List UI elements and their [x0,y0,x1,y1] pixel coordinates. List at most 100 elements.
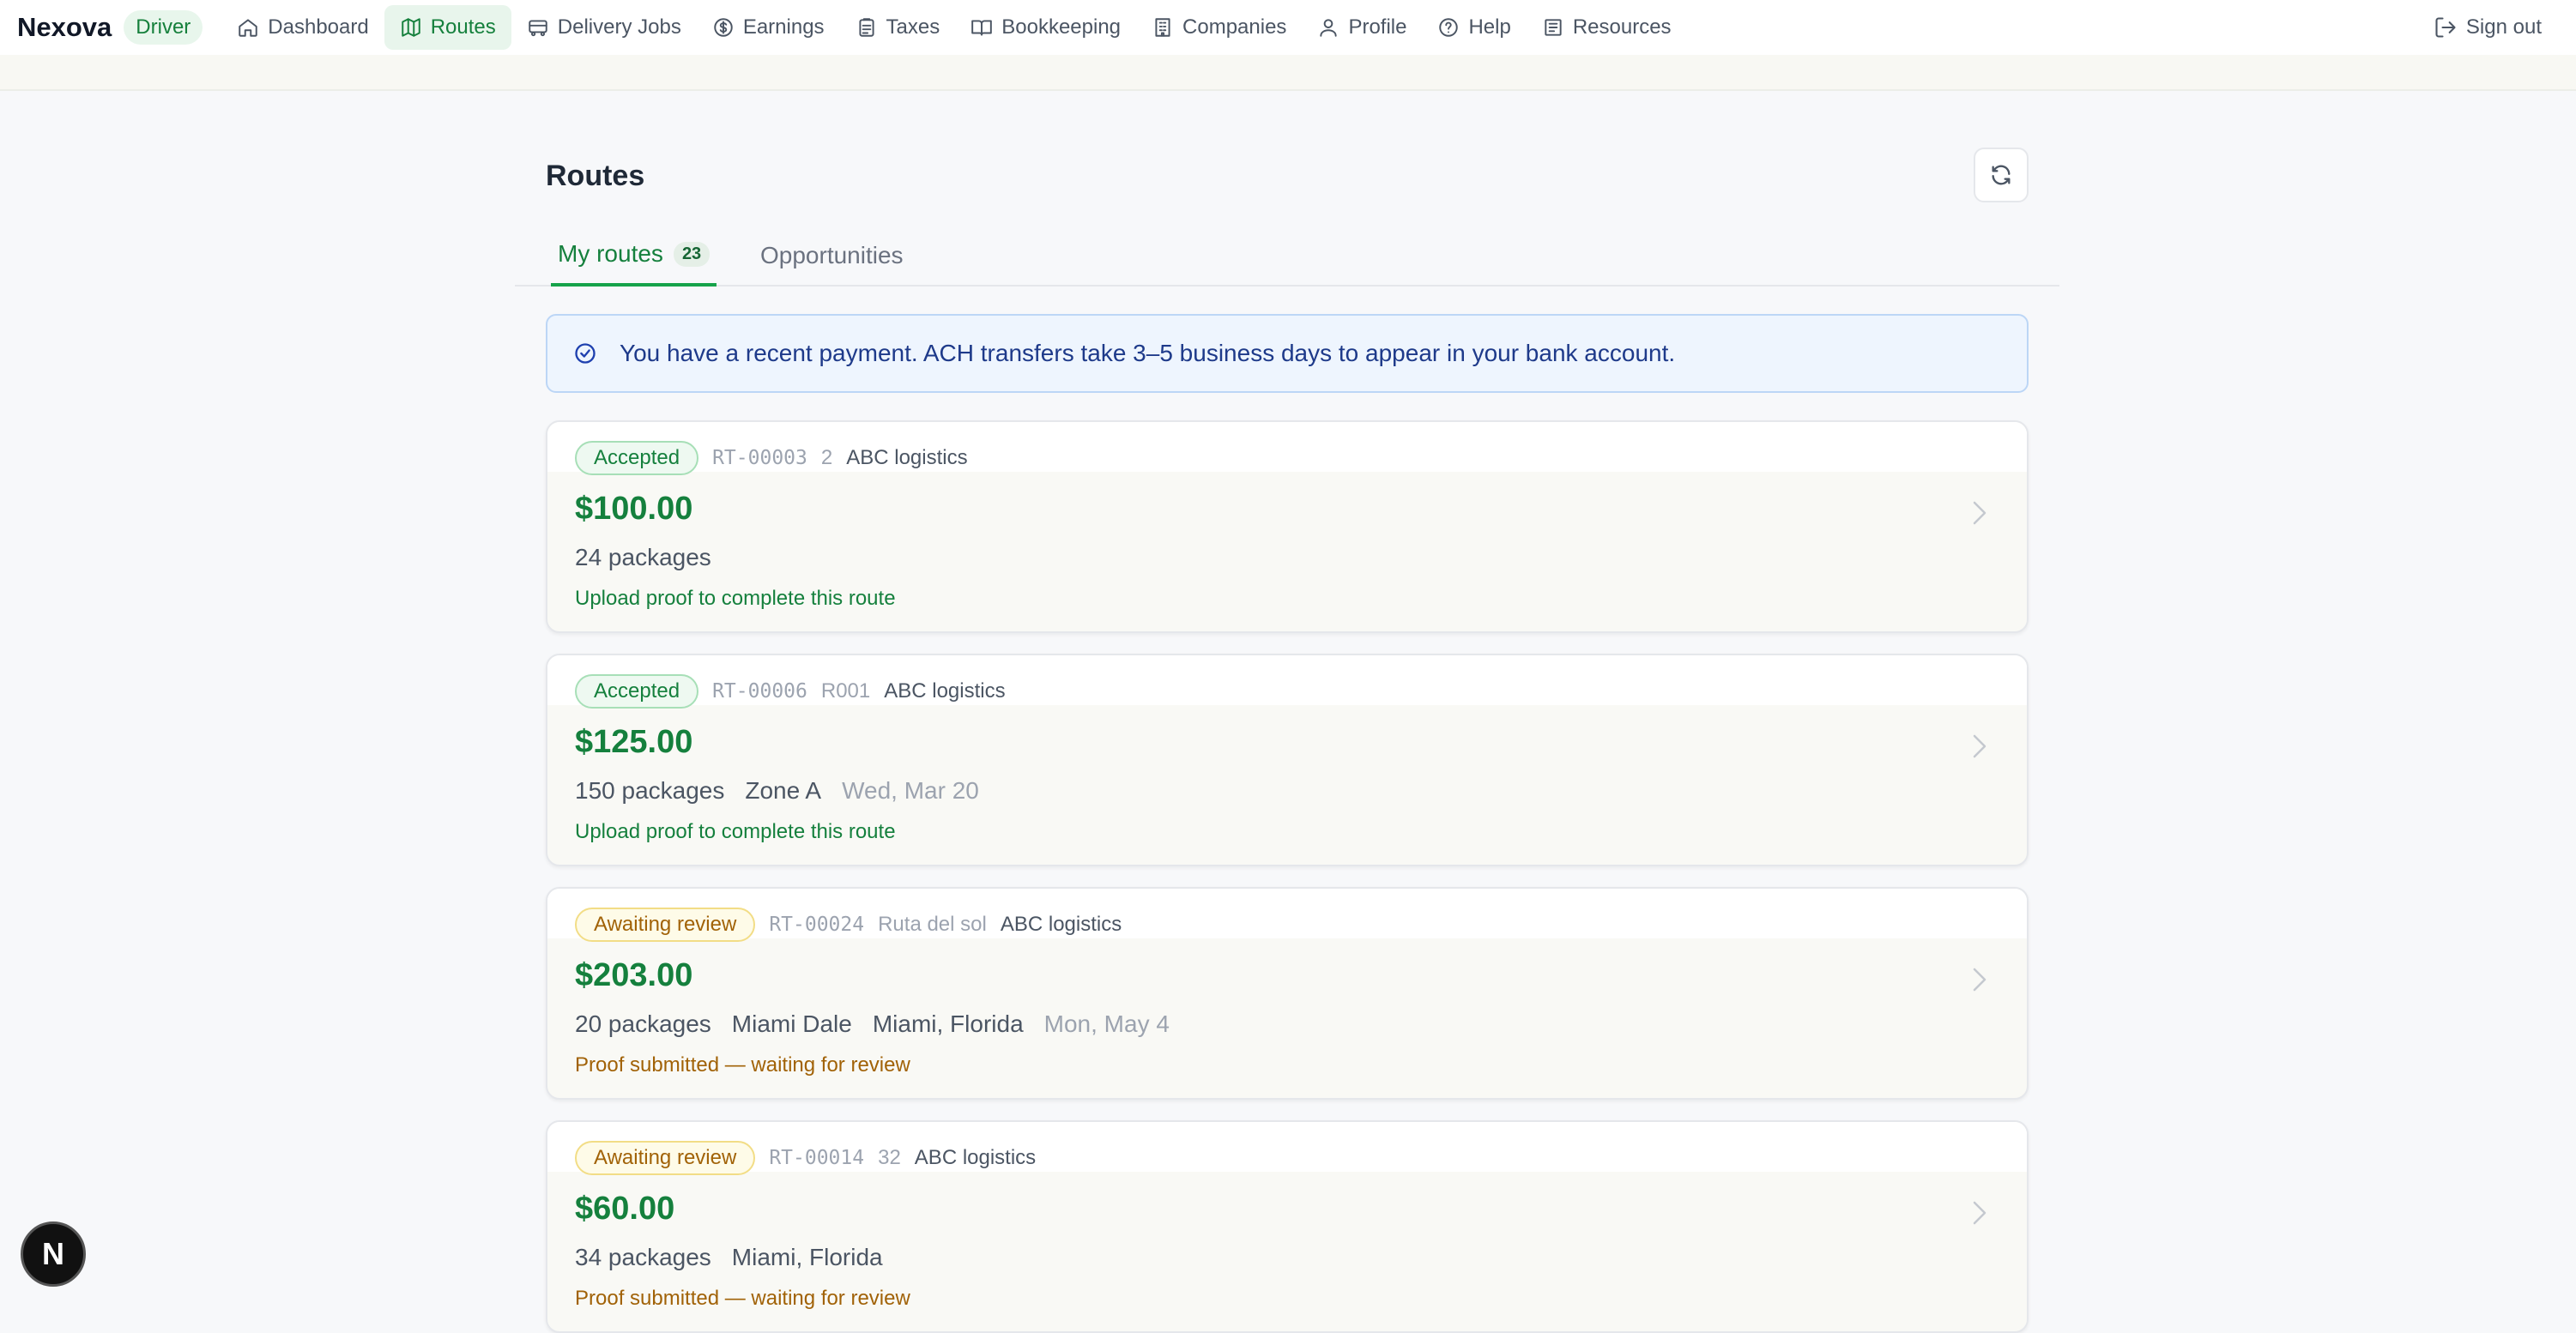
route-id: RT-00014 [769,1147,865,1169]
route-meta: Accepted RT-00006 R001 ABC logistics [575,674,1006,709]
route-id: RT-00003 [712,447,807,469]
route-reference: 2 [820,446,833,469]
route-id: RT-00006 [712,680,807,703]
route-meta: Awaiting review RT-00014 32 ABC logistic… [575,1141,1036,1175]
clipboard-icon [858,18,874,37]
package-count: 150 packages [575,777,725,804]
payment-notice: You have a recent payment. ACH transfers… [546,314,2029,393]
refresh-icon [1992,165,2011,185]
route-date: Mon, May 4 [1043,1010,1170,1037]
route-card[interactable]: Accepted RT-00006 R001 ABC logistics $12… [546,654,2029,866]
route-reference: 32 [878,1146,901,1169]
route-zone: Miami, Florida [731,1244,883,1270]
check-circle-icon [575,343,596,364]
nav-item-help[interactable]: Help [1422,5,1526,50]
status-badge: Awaiting review [575,1141,756,1175]
sign-out-button[interactable]: Sign out [2434,0,2542,55]
nav-label: Help [1468,15,1511,39]
tab-label: My routes [558,240,663,267]
route-amount: $100.00 [575,491,693,527]
route-action-text: Proof submitted — waiting for review [575,1287,910,1310]
nav-item-routes[interactable]: Routes [384,5,511,50]
status-badge: Awaiting review [575,908,756,942]
nav-label: Routes [430,15,496,39]
sign-out-label: Sign out [2465,15,2542,39]
assistant-logo: N [42,1236,64,1271]
refresh-button[interactable] [1974,148,2029,202]
route-id: RT-00024 [769,914,865,936]
home-icon [239,19,258,37]
notice-text: You have a recent payment. ACH transfers… [620,340,1676,366]
route-reference: R001 [820,679,871,703]
nav-item-resources[interactable]: Resources [1527,5,1687,50]
help-icon [1439,18,1459,37]
nav-label: Taxes [886,15,940,39]
route-action-text: Upload proof to complete this route [575,820,896,843]
chevron-right-icon [1967,729,1992,763]
tab-my-routes[interactable]: My routes 23 [551,225,717,287]
route-location: Miami, Florida [872,1010,1024,1037]
route-meta: Accepted RT-00003 2 ABC logistics [575,441,968,475]
top-navigation: Nexova Driver Dashboard Routes Delivery … [0,0,2576,55]
company-name: ABC logistics [914,1146,1037,1169]
tab-count-badge: 23 [673,241,711,267]
nav-item-taxes[interactable]: Taxes [840,5,956,50]
newspaper-icon [1545,19,1562,36]
route-zone: Zone A [745,777,822,804]
nav-label: Earnings [742,15,825,39]
route-zone: Miami Dale [731,1010,852,1037]
brand-logo[interactable]: Nexova [17,12,112,43]
nav-item-earnings[interactable]: Earnings [697,5,840,50]
route-card[interactable]: Accepted RT-00003 2 ABC logistics $100.0… [546,420,2029,633]
status-badge: Accepted [575,441,699,475]
company-name: ABC logistics [1000,913,1122,936]
nav-item-dashboard[interactable]: Dashboard [221,5,384,50]
route-details: 20 packages Miami Dale Miami, Florida Mo… [575,1010,1190,1038]
user-icon [1320,19,1338,37]
chevron-right-icon [1967,496,1992,530]
route-reference: Ruta del sol [878,913,987,936]
route-tabs: My routes 23 Opportunities [515,225,2059,287]
route-amount: $203.00 [575,957,693,993]
package-count: 20 packages [575,1010,711,1037]
chevron-right-icon [1967,1196,1992,1230]
truck-icon [529,20,547,37]
chevron-right-icon [1967,962,1992,997]
nav-label: Resources [1572,15,1672,39]
nav-item-profile[interactable]: Profile [1302,5,1422,50]
sign-out-icon [2435,17,2456,38]
route-amount: $125.00 [575,724,693,760]
map-icon [401,18,420,37]
route-details: 150 packages Zone A Wed, Mar 20 [575,777,1000,805]
package-count: 24 packages [575,544,711,570]
route-details: 24 packages [575,544,732,571]
building-icon [1155,18,1170,37]
route-details: 34 packages Miami, Florida [575,1244,904,1271]
company-name: ABC logistics [884,679,1006,703]
status-badge: Accepted [575,674,699,709]
nav-label: Profile [1348,15,1407,39]
company-name: ABC logistics [846,446,968,469]
route-card[interactable]: Awaiting review RT-00014 32 ABC logistic… [546,1120,2029,1333]
route-card[interactable]: Awaiting review RT-00024 Ruta del sol AB… [546,887,2029,1100]
main-nav: Dashboard Routes Delivery Jobs Earnings … [221,5,1686,50]
nav-item-bookkeeping[interactable]: Bookkeeping [955,5,1136,50]
tab-opportunities[interactable]: Opportunities [760,225,904,287]
nav-label: Dashboard [268,15,369,39]
route-meta: Awaiting review RT-00024 Ruta del sol AB… [575,908,1122,942]
topbar-divider [0,55,2576,91]
nav-item-delivery-jobs[interactable]: Delivery Jobs [511,5,697,50]
route-action-text: Proof submitted — waiting for review [575,1053,910,1077]
route-action-text: Upload proof to complete this route [575,587,896,610]
tab-label: Opportunities [760,242,904,268]
nav-label: Delivery Jobs [557,15,681,39]
app-assistant-button[interactable]: N [21,1221,86,1287]
route-amount: $60.00 [575,1191,675,1227]
nav-label: Companies [1182,15,1287,39]
dollar-icon [714,18,733,37]
nav-item-companies[interactable]: Companies [1136,5,1302,50]
route-date: Wed, Mar 20 [842,777,979,804]
package-count: 34 packages [575,1244,711,1270]
nav-label: Bookkeeping [1001,15,1122,39]
book-icon [971,20,993,36]
